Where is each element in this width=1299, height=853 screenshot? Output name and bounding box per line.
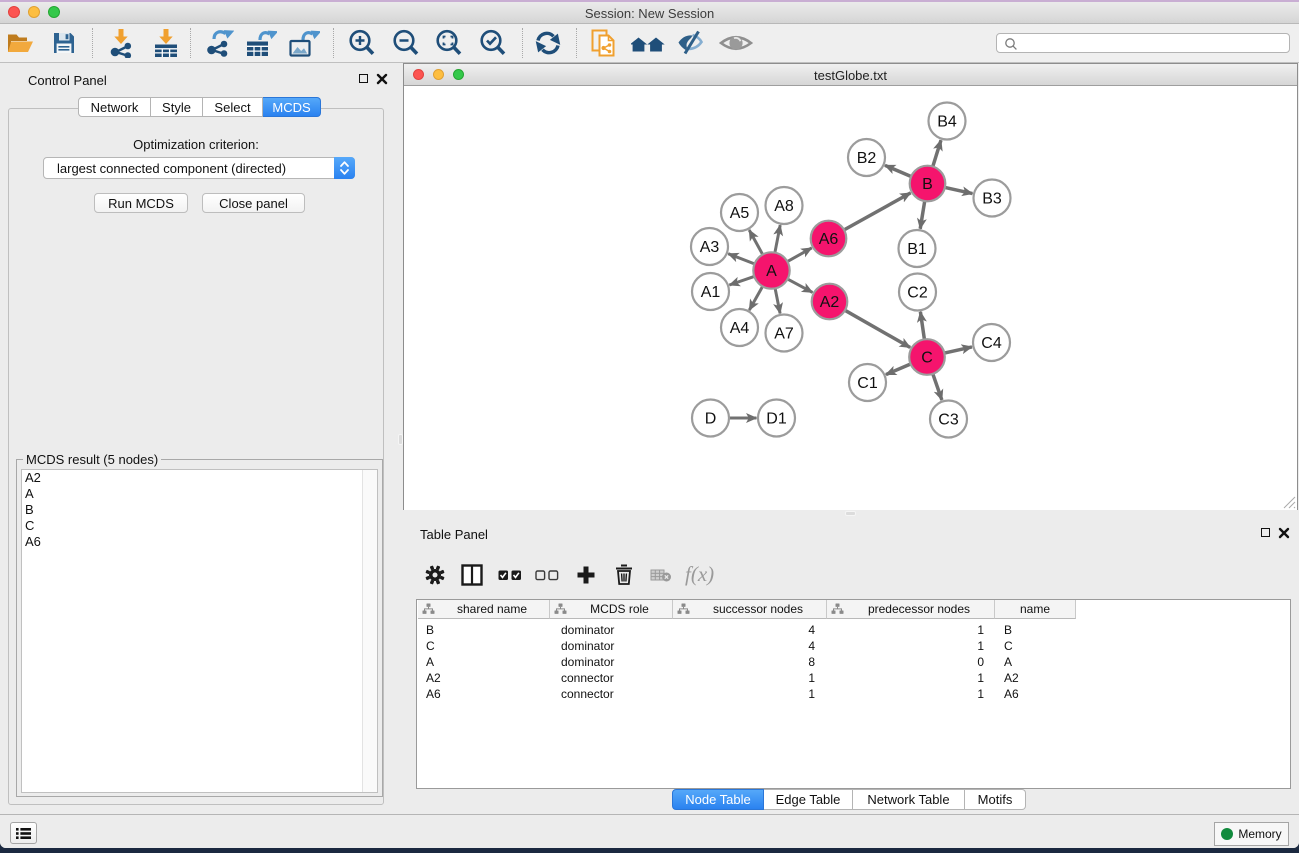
svg-text:A4: A4 xyxy=(730,320,750,337)
svg-text:C1: C1 xyxy=(857,375,878,392)
svg-text:A2: A2 xyxy=(820,294,840,311)
svg-text:A: A xyxy=(766,263,777,280)
svg-text:C: C xyxy=(921,350,933,367)
svg-text:A3: A3 xyxy=(700,239,720,256)
svg-text:A8: A8 xyxy=(774,198,794,215)
svg-text:A7: A7 xyxy=(774,326,794,343)
svg-text:B3: B3 xyxy=(982,191,1002,208)
svg-text:C4: C4 xyxy=(981,335,1002,352)
svg-text:B: B xyxy=(922,176,933,193)
svg-text:D: D xyxy=(705,411,717,428)
svg-text:D1: D1 xyxy=(766,411,787,428)
svg-text:A5: A5 xyxy=(730,205,750,222)
svg-text:A1: A1 xyxy=(701,284,721,301)
svg-text:A6: A6 xyxy=(819,231,839,248)
svg-text:B1: B1 xyxy=(907,241,927,258)
svg-text:B2: B2 xyxy=(857,150,877,167)
svg-text:C3: C3 xyxy=(938,412,959,429)
svg-text:C2: C2 xyxy=(907,285,928,302)
svg-text:B4: B4 xyxy=(937,114,957,131)
